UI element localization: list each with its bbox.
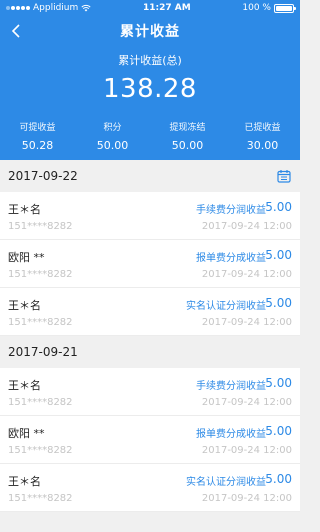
item-time: 2017-09-24 12:00 — [201, 317, 292, 328]
stat-value: 50.00 — [171, 139, 204, 152]
item-time: 2017-09-24 12:00 — [201, 445, 292, 456]
item-time: 2017-09-24 12:00 — [201, 493, 292, 504]
item-time: 2017-09-24 12:00 — [201, 269, 292, 280]
date-label: 2017-09-22 — [8, 169, 78, 183]
item-amount: 5.00 — [265, 376, 292, 390]
item-type: 报单费分成收益 — [196, 253, 266, 264]
item-phone: 151****8282 — [8, 317, 73, 328]
date-header: 2017-09-22 — [0, 160, 300, 192]
item-type: 报单费分成收益 — [196, 429, 266, 440]
chevron-left-icon — [11, 24, 20, 38]
item-name: 王＊名 — [8, 379, 41, 392]
item-amount: 5.00 — [265, 248, 292, 262]
stat-label: 提现冻结 — [169, 123, 206, 133]
stat-value: 50.28 — [21, 139, 54, 152]
item-type: 实名认证分润收益 — [186, 301, 266, 312]
page-title: 累计收益 — [120, 24, 180, 40]
calendar-icon[interactable] — [276, 168, 292, 184]
item-amount: 5.00 — [265, 296, 292, 310]
item-type: 手续费分润收益 — [196, 205, 266, 216]
earnings-list: 2017-09-22 王＊名 151****8282 手续费分润收益 5.00 … — [0, 160, 300, 512]
total-earnings-value: 138.28 — [103, 74, 197, 104]
item-name: 王＊名 — [8, 299, 41, 312]
item-name: 王＊名 — [8, 475, 41, 488]
carrier-label: Applidium — [33, 3, 79, 13]
header: Applidium 11:27 AM 100 % 累计收益 累计收益(总) 13… — [0, 0, 300, 160]
stat-value: 50.00 — [96, 139, 129, 152]
stat-value: 30.00 — [246, 139, 279, 152]
stat-withdrawable: 可提收益 50.28 — [0, 120, 75, 152]
item-amount: 5.00 — [265, 472, 292, 486]
item-name: 欧阳 ** — [8, 427, 45, 440]
clock: 11:27 AM — [142, 3, 191, 13]
list-item[interactable]: 王＊名 151****8282 实名认证分润收益 5.00 2017-09-24… — [0, 464, 300, 512]
item-phone: 151****8282 — [8, 445, 73, 456]
signal-icon — [6, 6, 30, 10]
item-amount: 5.00 — [265, 200, 292, 214]
list-item[interactable]: 欧阳 ** 151****8282 报单费分成收益 5.00 2017-09-2… — [0, 240, 300, 288]
item-amount: 5.00 — [265, 424, 292, 438]
stat-points: 积分 50.00 — [75, 120, 150, 152]
item-type: 实名认证分润收益 — [186, 477, 266, 488]
date-header: 2017-09-21 — [0, 336, 300, 368]
total-earnings-label: 累计收益(总) — [118, 54, 182, 67]
list-item[interactable]: 王＊名 151****8282 实名认证分润收益 5.00 2017-09-24… — [0, 288, 300, 336]
stats-row: 可提收益 50.28 积分 50.00 提现冻结 50.00 已提收益 30.0… — [0, 120, 300, 152]
item-phone: 151****8282 — [8, 493, 73, 504]
item-phone: 151****8282 — [8, 269, 73, 280]
item-time: 2017-09-24 12:00 — [201, 221, 292, 232]
back-button[interactable] — [8, 22, 24, 40]
item-name: 欧阳 ** — [8, 251, 45, 264]
status-bar: Applidium 11:27 AM 100 % — [0, 0, 300, 16]
battery-percent: 100 % — [242, 3, 271, 13]
list-item[interactable]: 王＊名 151****8282 手续费分润收益 5.00 2017-09-24 … — [0, 192, 300, 240]
date-label: 2017-09-21 — [8, 345, 78, 359]
item-type: 手续费分润收益 — [196, 381, 266, 392]
item-phone: 151****8282 — [8, 221, 73, 232]
stat-label: 积分 — [103, 123, 122, 133]
item-time: 2017-09-24 12:00 — [201, 397, 292, 408]
item-phone: 151****8282 — [8, 397, 73, 408]
wifi-icon — [81, 4, 91, 12]
item-name: 王＊名 — [8, 203, 41, 216]
stat-frozen: 提现冻结 50.00 — [150, 120, 225, 152]
list-item[interactable]: 王＊名 151****8282 手续费分润收益 5.00 2017-09-24 … — [0, 368, 300, 416]
battery-icon — [273, 3, 296, 13]
stat-withdrawn: 已提收益 30.00 — [225, 120, 300, 152]
stat-label: 已提收益 — [244, 123, 281, 133]
list-item[interactable]: 欧阳 ** 151****8282 报单费分成收益 5.00 2017-09-2… — [0, 416, 300, 464]
stat-label: 可提收益 — [19, 123, 56, 133]
nav-bar: 累计收益 — [0, 16, 300, 46]
